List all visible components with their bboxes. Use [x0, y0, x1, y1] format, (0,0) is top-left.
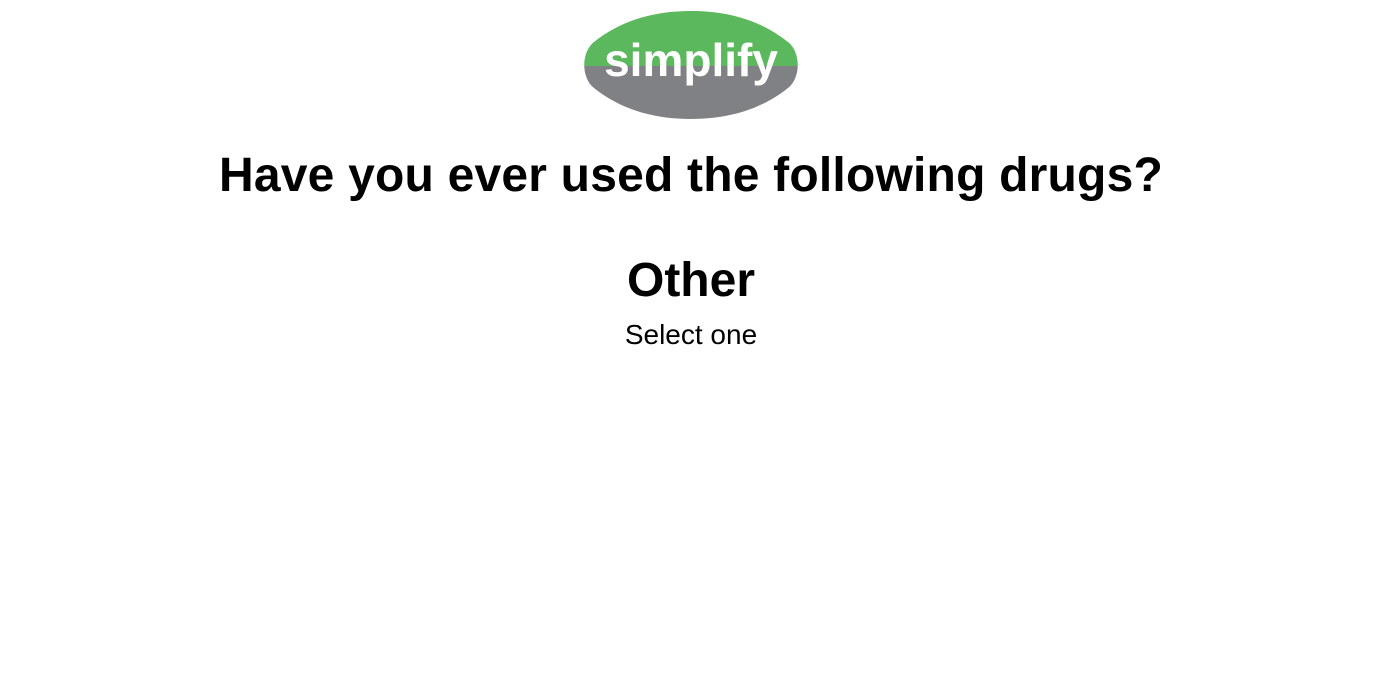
logo-badge: simplify [584, 11, 798, 119]
simplify-logo: simplify [583, 10, 799, 120]
logo-wordmark: simplify [604, 34, 778, 86]
category-heading: Other [626, 254, 755, 307]
selection-instruction: Select one [624, 319, 758, 350]
survey-page: simplify Have you ever used the followin… [0, 0, 1382, 683]
question-title: Have you ever used the following drugs? [219, 149, 1163, 202]
